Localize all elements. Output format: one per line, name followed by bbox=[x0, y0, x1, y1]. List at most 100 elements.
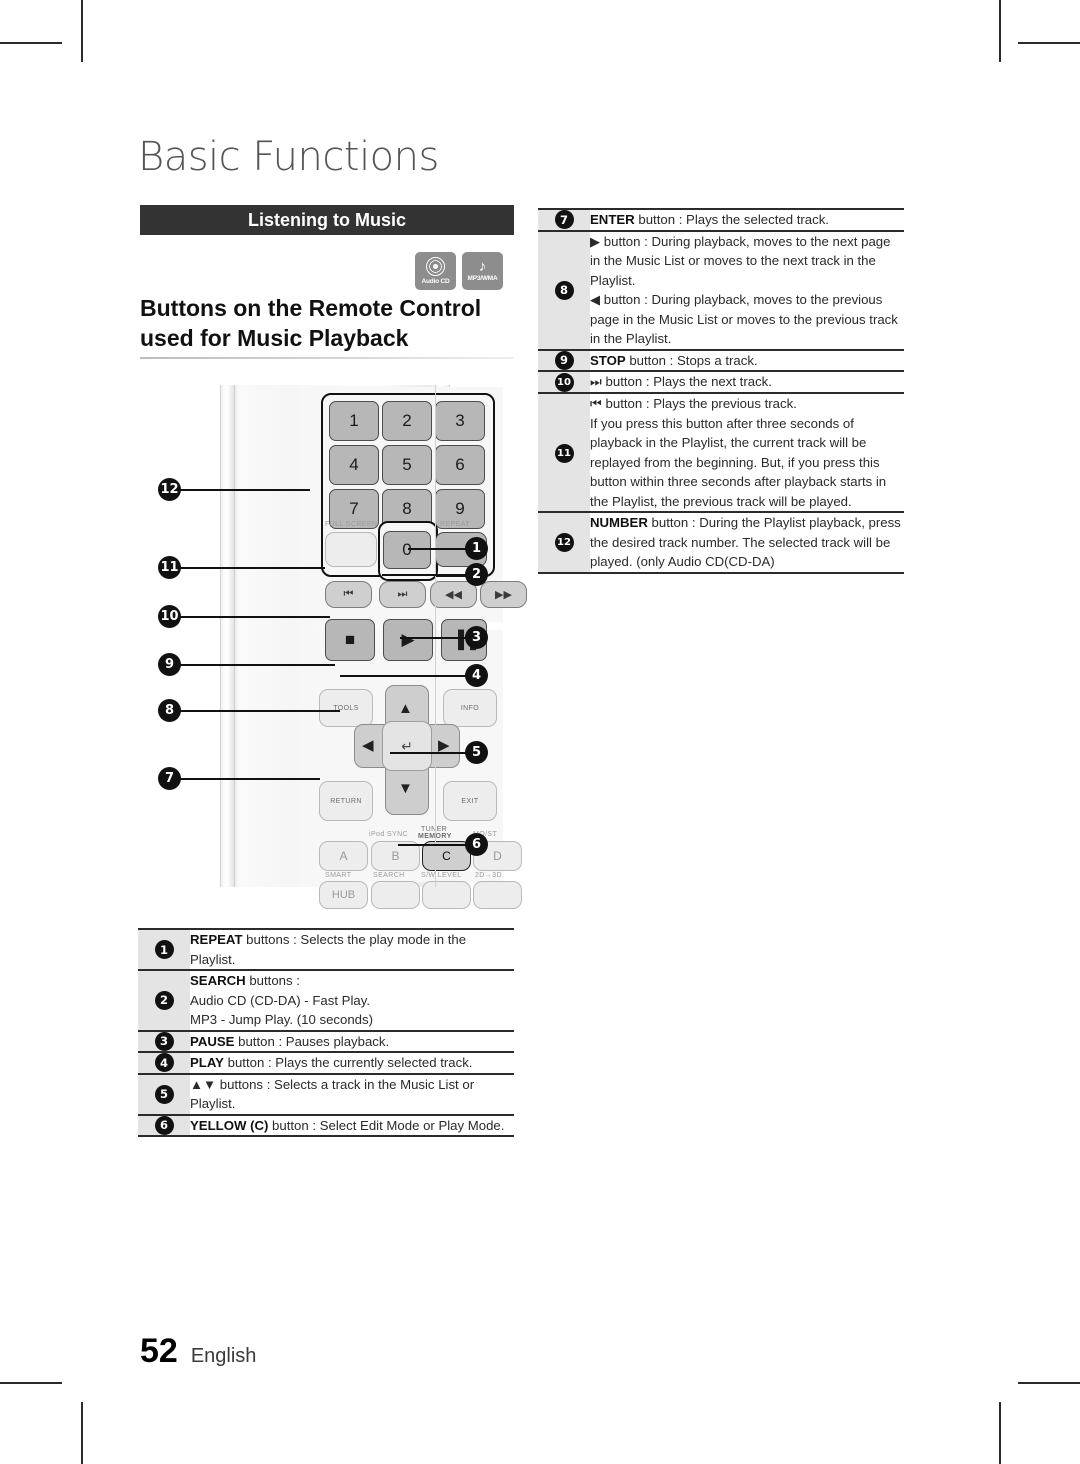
mp3-wma-badge: ♪ MP3/WMA bbox=[462, 252, 503, 290]
key-play[interactable]: ▶ bbox=[383, 619, 433, 661]
key-rewind-search[interactable]: ◀◀ bbox=[430, 581, 477, 608]
info-label: INFO bbox=[460, 704, 480, 712]
smart-label: SMART bbox=[325, 872, 352, 879]
music-note-icon: ♪ bbox=[478, 258, 487, 275]
leader-line-4 bbox=[340, 675, 468, 677]
full-screen-label: FULL SCREEN bbox=[325, 521, 378, 528]
disc-icon bbox=[426, 256, 445, 276]
callout-9: 9 bbox=[158, 653, 181, 676]
page-title: Buttons on the Remote Control used for M… bbox=[140, 293, 520, 353]
page-number: 52 bbox=[140, 1332, 178, 1370]
page-language: English bbox=[190, 1345, 257, 1367]
table-left-body: 1 REPEAT buttons : Selects the play mode … bbox=[138, 928, 514, 1137]
key-stop[interactable]: ■ bbox=[325, 619, 375, 661]
table-row: 1 REPEAT buttons : Selects the play mode … bbox=[138, 928, 514, 970]
key-sw-level[interactable] bbox=[422, 881, 471, 909]
key-6[interactable]: 6 bbox=[435, 445, 485, 485]
heading-divider bbox=[140, 357, 514, 359]
sw-level-label: S/W LEVEL bbox=[421, 872, 462, 879]
row-number-cell: 4 bbox=[138, 1051, 190, 1074]
leader-line-8 bbox=[180, 710, 340, 712]
key-full-screen[interactable] bbox=[325, 532, 377, 567]
section-header-bar: Listening to Music bbox=[140, 205, 514, 235]
button-name: NUMBER bbox=[590, 515, 648, 530]
row-description-cell: PAUSE button : Pauses playback. bbox=[190, 1029, 514, 1052]
key-3[interactable]: 3 bbox=[435, 401, 485, 441]
description-line: REPEAT buttons : Selects the play mode i… bbox=[190, 932, 467, 967]
table-row: 5 ▲▼ buttons : Selects a track in the Mus… bbox=[138, 1072, 514, 1115]
row-number-badge: 10 bbox=[554, 373, 574, 392]
audio-cd-badge: Audio CD bbox=[415, 252, 456, 290]
exit-label: EXIT bbox=[461, 797, 479, 805]
key-previous-track[interactable]: ⏮ bbox=[325, 581, 372, 608]
search-label: SEARCH bbox=[373, 872, 405, 879]
row-number-badge: 6 bbox=[154, 1115, 174, 1135]
key-0[interactable]: 0 bbox=[383, 531, 431, 569]
table-row: 12 NUMBER button : During the Playlist pl… bbox=[538, 511, 904, 574]
row-number-badge: 3 bbox=[154, 1031, 174, 1051]
memory-label: MEMORY bbox=[418, 833, 452, 840]
row-number-badge: 4 bbox=[154, 1053, 174, 1073]
key-next-track[interactable]: ⏭ bbox=[379, 581, 426, 608]
callout-8: 8 bbox=[158, 699, 181, 722]
key-5[interactable]: 5 bbox=[382, 445, 432, 485]
remote-body: 1 2 3 4 5 6 7 8 9 0 FULL SCREEN REPEAT ⏮… bbox=[220, 385, 527, 909]
key-8[interactable]: 8 bbox=[382, 489, 432, 529]
leader-line-12 bbox=[180, 489, 310, 491]
row-description-cell: SEARCH buttons : Audio CD (CD-DA) - Fast … bbox=[190, 969, 514, 1031]
button-name: ENTER bbox=[590, 212, 635, 227]
callout-12: 12 bbox=[158, 478, 181, 501]
row-number-cell: 9 bbox=[538, 348, 590, 371]
row-number-badge: 11 bbox=[554, 443, 574, 463]
down-arrow-icon: ▼ bbox=[398, 780, 413, 797]
ipod-sync-label: iPod SYNC bbox=[369, 831, 409, 838]
table-row: 11 ⏮ button : Plays the previous track. If… bbox=[538, 392, 904, 512]
description-line: STOP button : Stops a track. bbox=[590, 352, 758, 368]
table-row: 3 PAUSE button : Pauses playback. bbox=[138, 1029, 514, 1052]
leader-line-9 bbox=[180, 664, 335, 666]
key-2d-3d[interactable] bbox=[473, 881, 522, 909]
row-description-cell: ⏭ button : Plays the next track. bbox=[590, 370, 904, 393]
key-2[interactable]: 2 bbox=[382, 401, 432, 441]
row-number-badge: 9 bbox=[554, 350, 574, 370]
key-enter[interactable]: ↵ bbox=[382, 721, 432, 771]
key-1[interactable]: 1 bbox=[329, 401, 379, 441]
description-line: ◀ button : During playback, moves to the… bbox=[590, 292, 898, 346]
key-forward-search[interactable]: ▶▶ bbox=[480, 581, 527, 608]
row-number-badge: 12 bbox=[554, 533, 574, 553]
chapter-title: Basic Functions bbox=[138, 134, 439, 180]
row-number-cell: 7 bbox=[538, 208, 590, 231]
tuner-label: TUNER bbox=[421, 826, 448, 833]
callout-3: 3 bbox=[465, 626, 488, 649]
key-color-a[interactable]: A bbox=[319, 841, 368, 871]
callout-11: 11 bbox=[158, 556, 181, 579]
leader-line-7 bbox=[180, 778, 320, 780]
description-line: Audio CD (CD-DA) - Fast Play. bbox=[190, 992, 371, 1008]
row-description-cell: ▶ button : During playback, moves to the… bbox=[590, 229, 904, 350]
section-header-label: Listening to Music bbox=[247, 209, 406, 230]
callout-5: 5 bbox=[465, 741, 488, 764]
row-description-cell: ⏮ button : Plays the previous track. If y… bbox=[590, 392, 904, 512]
key-search[interactable] bbox=[371, 881, 420, 909]
description-line: ENTER button : Plays the selected track. bbox=[590, 212, 829, 227]
audio-cd-badge-label: Audio CD bbox=[421, 277, 450, 285]
description-line: YELLOW (C) button : Select Edit Mode or … bbox=[190, 1117, 505, 1133]
row-number-cell: 6 bbox=[138, 1113, 190, 1137]
key-smart-hub[interactable]: HUB bbox=[319, 881, 368, 909]
row-number-badge: 8 bbox=[554, 280, 574, 300]
table-row: 9 STOP button : Stops a track. bbox=[538, 348, 904, 371]
media-type-badges: Audio CD ♪ MP3/WMA bbox=[415, 252, 503, 290]
right-arrow-icon: ▶ bbox=[438, 737, 450, 754]
description-line: If you press this button after three sec… bbox=[590, 415, 887, 509]
key-4[interactable]: 4 bbox=[329, 445, 379, 485]
row-description-cell: PLAY button : Plays the currently select… bbox=[190, 1051, 514, 1074]
row-description-cell: NUMBER button : During the Playlist play… bbox=[590, 511, 904, 574]
leader-line-6 bbox=[398, 844, 468, 846]
description-line: SEARCH buttons : bbox=[190, 973, 300, 988]
leader-line-1 bbox=[408, 548, 468, 550]
row-number-badge: 5 bbox=[154, 1084, 174, 1104]
button-name: REPEAT bbox=[190, 932, 243, 947]
repeat-label: REPEAT bbox=[440, 521, 470, 528]
description-line: ⏮ button : Plays the previous track. bbox=[590, 396, 797, 411]
row-description-cell: STOP button : Stops a track. bbox=[590, 348, 904, 371]
